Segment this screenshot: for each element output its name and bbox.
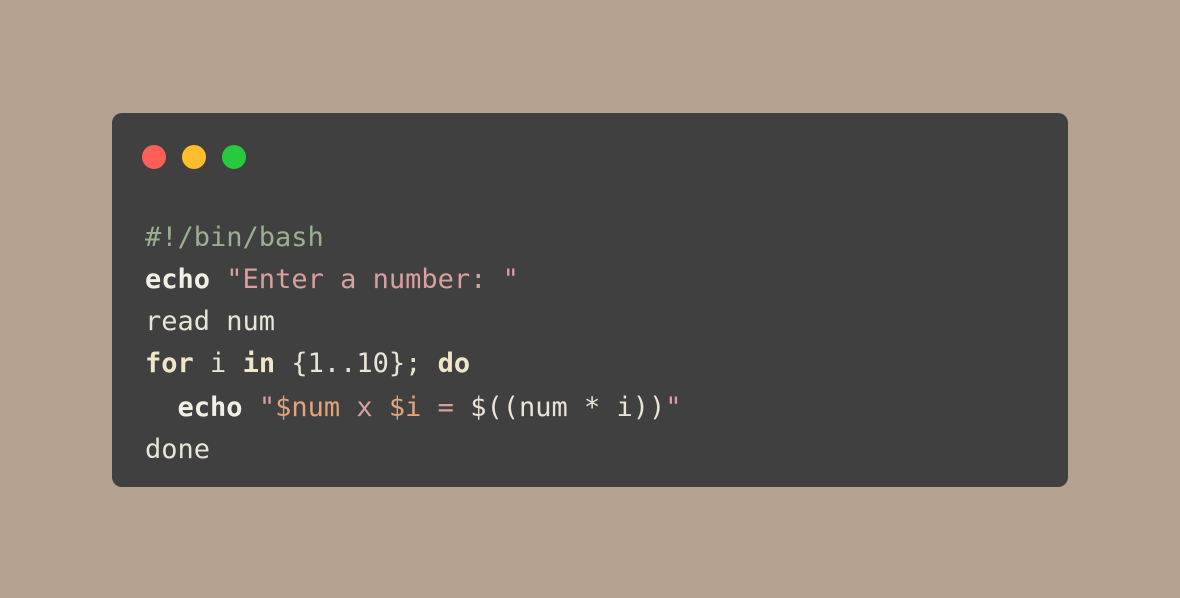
code-token: x bbox=[340, 392, 389, 423]
code-token: in bbox=[242, 348, 276, 379]
code-token: $num bbox=[275, 392, 341, 423]
code-line: echo "Enter a number: " bbox=[145, 259, 682, 301]
code-token: i bbox=[193, 348, 243, 379]
code-token: echo bbox=[177, 392, 243, 423]
maximize-window-dot[interactable] bbox=[222, 145, 246, 169]
code-block: #!/bin/bash echo "Enter a number: " read n… bbox=[145, 217, 682, 471]
code-token: $((num * i)) bbox=[470, 392, 666, 423]
code-token: #!/bin/bash bbox=[145, 222, 324, 253]
code-token: {1..10}; bbox=[275, 348, 438, 379]
code-token: $i bbox=[388, 392, 422, 423]
code-token: "Enter a number: " bbox=[226, 264, 519, 295]
code-line: done bbox=[145, 429, 682, 471]
minimize-window-dot[interactable] bbox=[182, 145, 206, 169]
code-token: = bbox=[421, 392, 471, 423]
code-token: for bbox=[145, 348, 194, 379]
code-line: for i in {1..10}; do bbox=[145, 343, 682, 385]
close-window-dot[interactable] bbox=[142, 145, 166, 169]
code-line: echo "$num x $i = $((num * i))" bbox=[145, 385, 682, 429]
code-token: echo bbox=[145, 264, 211, 295]
code-token: done bbox=[145, 434, 211, 465]
code-token: " bbox=[665, 392, 682, 423]
code-line: read num bbox=[145, 301, 682, 343]
code-token: do bbox=[437, 348, 471, 379]
code-token: read num bbox=[145, 306, 276, 337]
code-token: " bbox=[258, 392, 276, 423]
code-line: #!/bin/bash bbox=[145, 217, 682, 259]
code-window: #!/bin/bash echo "Enter a number: " read n… bbox=[112, 113, 1068, 487]
